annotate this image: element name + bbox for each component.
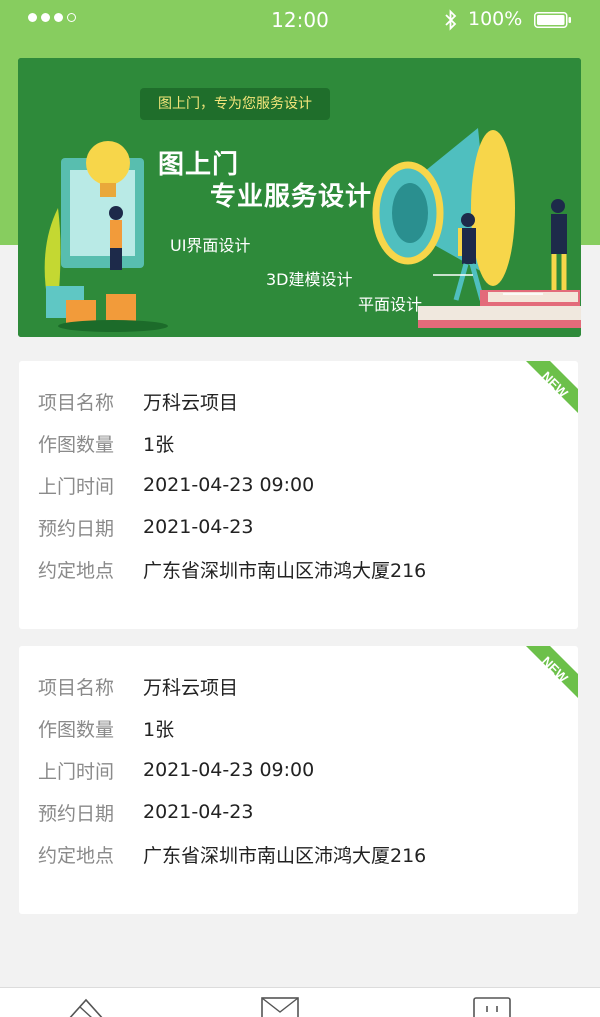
- field-label: 上门时间: [38, 760, 115, 783]
- visit-time: 2021-04-23 09:00: [143, 474, 315, 496]
- new-badge: NEW: [526, 361, 578, 413]
- field-row: 预约日期 2021-04-23: [38, 797, 253, 827]
- field-row: 作图数量 1张: [38, 428, 174, 458]
- field-row: 作图数量 1张: [38, 713, 174, 743]
- field-row: 项目名称 万科云项目: [38, 671, 238, 701]
- appointment-date: 2021-04-23: [143, 516, 254, 538]
- project-name: 万科云项目: [143, 676, 239, 699]
- appointment-date: 2021-04-23: [143, 801, 254, 823]
- banner-service-3d: 3D建模设计: [266, 270, 353, 289]
- field-row: 约定地点 广东省深圳市南山区沛鸿大厦216: [38, 554, 426, 584]
- field-label: 预约日期: [38, 517, 115, 540]
- battery-percent: 100%: [468, 8, 523, 30]
- field-label: 约定地点: [38, 844, 115, 867]
- profile-icon[interactable]: [472, 994, 512, 1017]
- field-label: 预约日期: [38, 802, 115, 825]
- bottom-nav: [0, 987, 600, 1017]
- field-label: 上门时间: [38, 475, 115, 498]
- battery-icon: [534, 12, 571, 28]
- banner-subtitle: 专业服务设计: [210, 182, 373, 212]
- field-label: 作图数量: [38, 433, 115, 456]
- promo-banner[interactable]: 图上门，专为您服务设计 图上门 专业服务设计 UI界面设计 3D建模设计 平面设…: [18, 58, 581, 337]
- project-name: 万科云项目: [143, 391, 239, 414]
- order-card[interactable]: NEW 项目名称 万科云项目 作图数量 1张 上门时间 2021-04-23 0…: [19, 361, 578, 629]
- field-row: 约定地点 广东省深圳市南山区沛鸿大厦216: [38, 839, 426, 869]
- field-row: 上门时间 2021-04-23 09:00: [38, 470, 314, 500]
- visit-time: 2021-04-23 09:00: [143, 759, 315, 781]
- drawing-quantity: 1张: [143, 718, 175, 741]
- meeting-location: 广东省深圳市南山区沛鸿大厦216: [143, 559, 427, 582]
- field-row: 上门时间 2021-04-23 09:00: [38, 755, 314, 785]
- banner-tagline: 图上门，专为您服务设计: [140, 88, 330, 120]
- field-row: 项目名称 万科云项目: [38, 386, 238, 416]
- meeting-location: 广东省深圳市南山区沛鸿大厦216: [143, 844, 427, 867]
- mail-icon[interactable]: [260, 994, 300, 1017]
- field-label: 约定地点: [38, 559, 115, 582]
- new-badge: NEW: [526, 646, 578, 698]
- drawing-quantity: 1张: [143, 433, 175, 456]
- field-row: 预约日期 2021-04-23: [38, 512, 253, 542]
- field-label: 作图数量: [38, 718, 115, 741]
- home-icon[interactable]: [66, 994, 106, 1017]
- field-label: 项目名称: [38, 391, 115, 414]
- order-card[interactable]: NEW 项目名称 万科云项目 作图数量 1张 上门时间 2021-04-23 0…: [19, 646, 578, 914]
- status-bar: 12:00 100%: [0, 0, 600, 40]
- field-label: 项目名称: [38, 676, 115, 699]
- banner-service-graphic: 平面设计: [358, 295, 423, 314]
- bluetooth-icon: [445, 9, 457, 31]
- banner-service-ui: UI界面设计: [170, 236, 251, 255]
